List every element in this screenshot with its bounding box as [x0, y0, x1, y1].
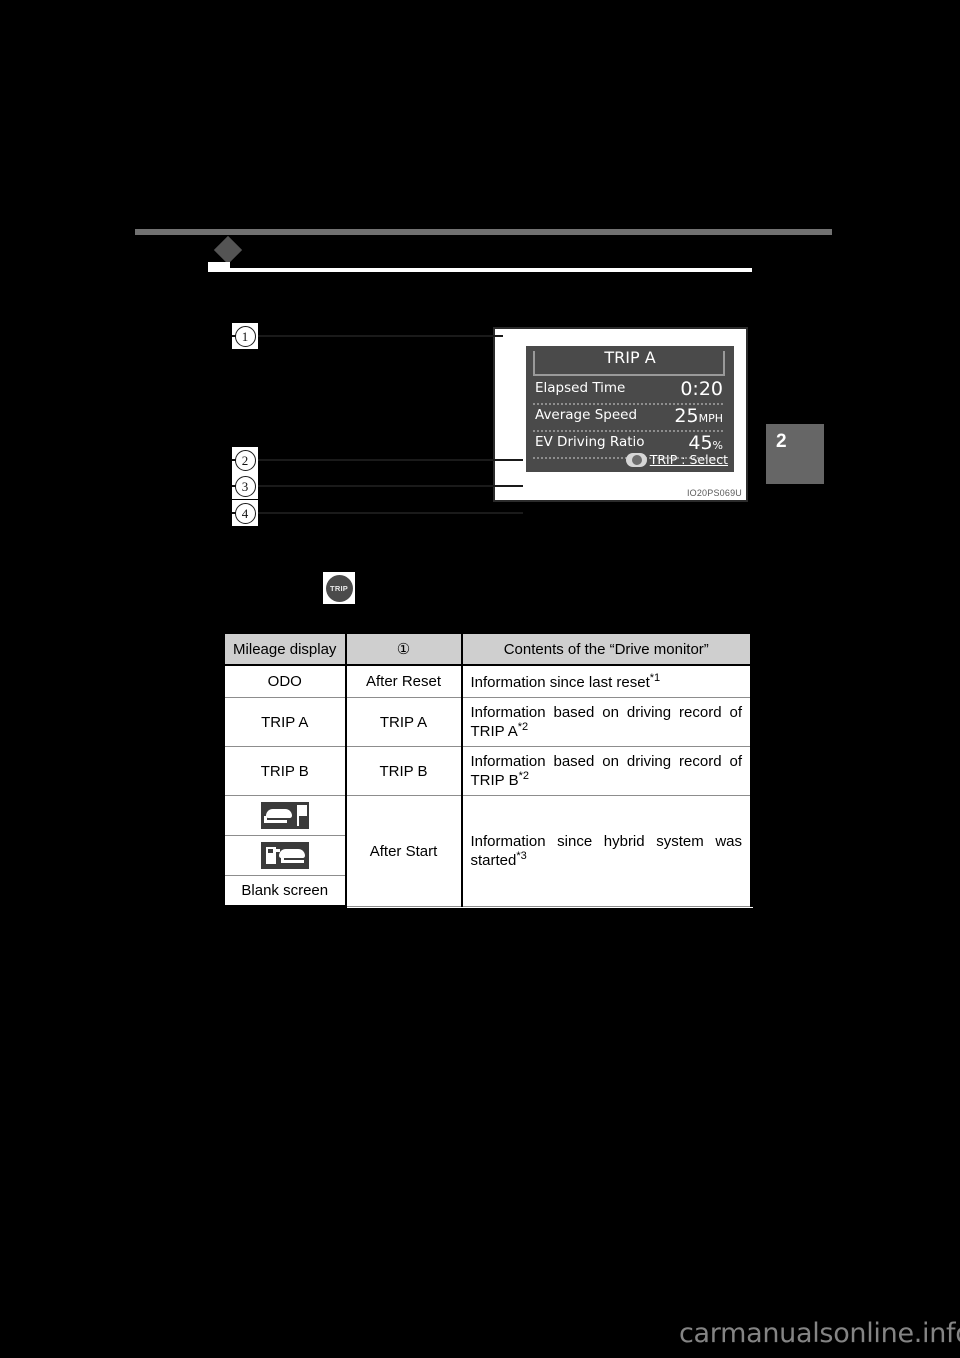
contents-line-1: Information based on driving record of: [470, 753, 743, 770]
manual-page: 2 1 2 3 4 TRIP TRIP A Elapsed Time 0:20 …: [0, 0, 960, 1358]
cell-mileage-trip-b: TRIP B: [222, 746, 346, 796]
trip-select-hint: TRIP : Select: [625, 452, 728, 467]
leader-line-2: [258, 459, 523, 461]
cell-contents-odo: Information since last reset*1: [461, 664, 753, 698]
callout-number-4: 4: [234, 502, 256, 524]
cell-contents-trip-b: Information based on driving record of T…: [461, 746, 753, 796]
footnote-marker: *1: [649, 672, 661, 684]
car-flag-icon: [260, 802, 309, 829]
cell-mileage-blank-screen: Blank screen: [222, 875, 346, 908]
cell-mileage-fuel-consumption: [222, 835, 346, 876]
row-elapsed-time: Elapsed Time 0:20: [533, 378, 725, 405]
table-header-row: Mileage display ① Contents of the “Drive…: [222, 631, 753, 666]
table-row: After Start Information since hybrid sys…: [222, 795, 753, 907]
callout-number-1: 1: [234, 325, 256, 347]
trip-button-icon[interactable]: TRIP: [325, 574, 353, 602]
elapsed-time-value: 0:20: [680, 378, 723, 400]
table-row: TRIP A TRIP A Information based on drivi…: [222, 697, 753, 747]
average-speed-label: Average Speed: [535, 407, 638, 423]
cell-mode-after-start: After Start: [344, 795, 463, 907]
callout-number-2: 2: [234, 449, 256, 471]
contents-line-2: TRIP B*2: [470, 770, 529, 789]
cell-mode-after-reset: After Reset: [344, 664, 463, 698]
trip-select-label: TRIP : Select: [649, 452, 728, 467]
multi-information-display-figure: TRIP A Elapsed Time 0:20 Average Speed 2…: [493, 327, 748, 502]
section-rule-top: [135, 229, 832, 235]
contents-line-1: Information since hybrid system was: [470, 833, 743, 850]
cell-mileage-trip-a: TRIP A: [222, 697, 346, 747]
ev-driving-ratio-unit: %: [712, 439, 723, 452]
average-speed-unit: MPH: [698, 412, 723, 425]
header-contents: Contents of the “Drive monitor”: [461, 631, 753, 666]
cell-contents-after-start: Information since hybrid system was star…: [461, 795, 753, 907]
footnote-marker: *2: [518, 770, 529, 782]
cell-mileage-cruising-range: [222, 795, 346, 836]
contents-line-2: started*3: [470, 850, 527, 869]
header-mileage-display: Mileage display: [222, 631, 346, 666]
header-callout-one: ①: [344, 631, 463, 666]
row-average-speed: Average Speed 25MPH: [533, 405, 725, 432]
drive-monitor-screen: TRIP A Elapsed Time 0:20 Average Speed 2…: [526, 346, 734, 472]
contents-line-1: Information based on driving record of: [470, 704, 743, 721]
car-fuel-pump-icon: [260, 842, 309, 869]
trip-button-chip: TRIP: [323, 572, 355, 604]
leader-line-1: [258, 335, 503, 337]
heading-underline-thin: [208, 268, 752, 272]
callout-number-3: 3: [234, 475, 256, 497]
site-watermark: carmanualsonline.info: [679, 1318, 960, 1349]
callout-marker-1: 1: [232, 323, 258, 349]
ev-driving-ratio-value: 45%: [688, 432, 723, 454]
cell-mode-trip-a: TRIP A: [344, 697, 463, 747]
callout-marker-2: 2: [232, 447, 258, 473]
figure-code: IO20PS069U: [686, 488, 742, 498]
leader-line-3: [258, 485, 523, 487]
callout-marker-3: 3: [232, 473, 258, 499]
contents-text: Information since last reset: [470, 674, 650, 691]
footnote-marker: *3: [516, 850, 527, 862]
elapsed-time-label: Elapsed Time: [535, 380, 626, 396]
leader-line-4: [258, 512, 523, 514]
chapter-tab-number: 2: [776, 431, 787, 452]
drive-monitor-table: Mileage display ① Contents of the “Drive…: [222, 631, 753, 908]
ev-driving-ratio-label: EV Driving Ratio: [535, 434, 645, 450]
trip-title: TRIP A: [604, 348, 656, 367]
footnote-marker: *2: [517, 721, 529, 733]
table-row: ODO After Reset Information since last r…: [222, 664, 753, 698]
diamond-bullet-icon: [213, 235, 243, 265]
chapter-tab[interactable]: 2: [766, 424, 824, 484]
contents-line-2: TRIP A*2: [470, 721, 529, 740]
cell-mode-trip-b: TRIP B: [344, 746, 463, 796]
trip-switch-icon: [625, 452, 647, 467]
table-row: TRIP B TRIP B Information based on drivi…: [222, 746, 753, 796]
average-speed-value: 25MPH: [674, 405, 723, 427]
callout-marker-4: 4: [232, 500, 258, 526]
cell-mileage-odo: ODO: [222, 664, 346, 698]
cell-contents-trip-a: Information based on driving record of T…: [461, 697, 753, 747]
